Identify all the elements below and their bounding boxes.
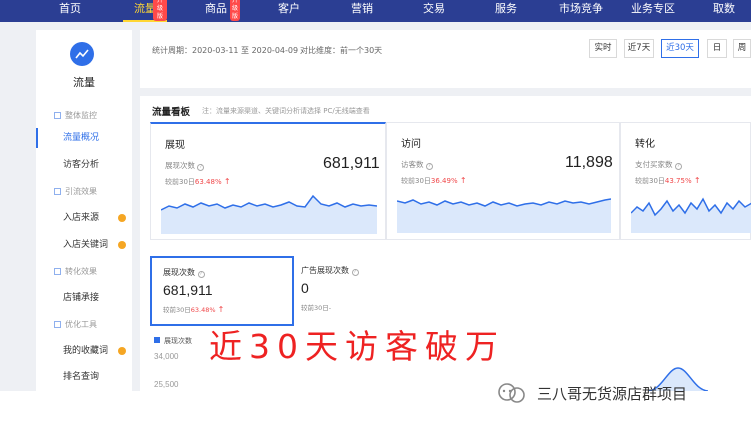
y-tick: 34,000 <box>154 352 179 361</box>
range-button-7days[interactable]: 近7天 <box>624 39 654 58</box>
compare-label: 对比维度： <box>300 46 340 55</box>
panel-title: 流量看板 <box>152 107 191 118</box>
sub-metric-value: 0 <box>301 280 309 296</box>
info-icon: ? <box>674 163 682 170</box>
sub-metric-ad-impressions[interactable]: 广告展现次数 ? 0 较前30日- <box>290 256 430 326</box>
metric-label: 支付买家数 ? <box>635 159 682 170</box>
watermark: 三八哥无货源店群项目 <box>495 378 687 408</box>
sidebar-item-traffic-overview[interactable]: 流量概况 <box>36 128 132 148</box>
info-icon: ? <box>197 271 205 278</box>
info-icon: ? <box>351 269 359 276</box>
metric-value: 681,911 <box>323 155 380 172</box>
top-navigation: 首页 流量 升级版 商品 升级版 客户 营销 交易 服务 市场竞争 业务专区 取… <box>0 0 751 22</box>
sparkline-impressions <box>161 194 377 234</box>
period-label: 统计周期： <box>152 46 192 55</box>
arrow-up-icon: ↑ <box>459 176 467 185</box>
overlay-caption: 近30天访客破万 <box>209 327 505 366</box>
nav-item-home[interactable]: 首页 <box>50 0 90 22</box>
sidebar-item-rank-query[interactable]: 排名查询 <box>36 367 132 387</box>
compare-value: 前一个30天 <box>340 46 383 55</box>
group-icon <box>54 268 61 275</box>
nav-item-market-competition[interactable]: 市场竞争 <box>556 0 606 22</box>
notification-dot <box>118 241 126 249</box>
info-icon: ? <box>197 164 205 171</box>
sidebar-group-overall: 整体监控 <box>36 106 132 126</box>
arrow-up-icon: ↑ <box>693 176 701 185</box>
sidebar-item-entry-keywords[interactable]: 入店关键词 <box>36 235 132 255</box>
period-value: 2020-03-11 至 2020-04-09 <box>192 46 299 55</box>
filter-bar: 统计周期： 2020-03-11 至 2020-04-09 对比维度： 前一个3… <box>140 30 751 88</box>
sidebar-item-saved-keywords[interactable]: 我的收藏词 <box>36 341 132 361</box>
group-icon <box>54 321 61 328</box>
arrow-up-icon: ↑ <box>223 177 231 186</box>
range-button-day[interactable]: 日 <box>707 39 727 58</box>
sidebar-item-store-reception[interactable]: 店铺承接 <box>36 288 132 308</box>
chart-legend: 展现次数 <box>154 336 192 346</box>
notification-dot <box>118 347 126 355</box>
metric-card-visits[interactable]: 访问 访客数 ? 11,898 较前30日36.49% ↑ <box>386 122 620 240</box>
upgrade-badge: 升级版 <box>153 0 167 21</box>
group-icon <box>54 188 61 195</box>
chart-line-icon <box>70 42 94 66</box>
range-button-30days[interactable]: 近30天 <box>661 39 699 58</box>
watermark-text: 三八哥无货源店群项目 <box>537 384 688 403</box>
sidebar-item-visitor-analysis[interactable]: 访客分析 <box>36 155 132 175</box>
metric-compare: 较前30日36.49% ↑ <box>401 176 467 185</box>
sparkline-buyers <box>631 197 751 233</box>
sidebar-item-entry-source[interactable]: 入店来源 <box>36 208 132 228</box>
sidebar-group-optimization: 优化工具 <box>36 315 132 335</box>
y-tick: 25,500 <box>154 380 179 389</box>
nav-item-products[interactable]: 商品 升级版 <box>196 0 241 22</box>
nav-item-marketing[interactable]: 营销 <box>342 0 382 22</box>
nav-item-transactions[interactable]: 交易 <box>414 0 454 22</box>
sub-metric-impressions[interactable]: 展现次数 ? 681,911 较前30日63.48% ↑ <box>150 256 294 326</box>
sub-metric-compare: 较前30日63.48% ↑ <box>163 305 225 314</box>
sparkline-visitors <box>397 198 611 233</box>
nav-item-service[interactable]: 服务 <box>486 0 526 22</box>
nav-item-business-zone[interactable]: 业务专区 <box>628 0 678 22</box>
metric-value: 11,898 <box>565 154 613 171</box>
panel-note: 注：流量来源渠道、关键词分析请选择 PC/无线端查看 <box>202 107 370 115</box>
notification-dot <box>118 214 126 222</box>
card-title: 访问 <box>401 139 421 150</box>
nav-item-traffic[interactable]: 流量 升级版 <box>123 0 167 22</box>
upgrade-badge: 升级版 <box>230 0 241 21</box>
card-title: 转化 <box>635 139 655 150</box>
sidebar: 流量 整体监控 流量概况 访客分析 引流效果 入店来源 入店关键词 转化效果 店… <box>36 30 132 391</box>
arrow-up-icon: ↑ <box>217 305 225 314</box>
info-icon: ? <box>425 163 433 170</box>
metric-card-conversion[interactable]: 转化 支付买家数 ? 较前30日43.75% ↑ <box>620 122 751 240</box>
sidebar-title: 流量 <box>73 76 95 89</box>
sub-metric-label: 广告展现次数 ? <box>301 265 359 276</box>
sub-metric-compare: 较前30日- <box>301 304 332 312</box>
wechat-official-account-icon <box>498 383 525 403</box>
metric-label: 访客数 ? <box>401 159 433 170</box>
sidebar-group-conversion: 转化效果 <box>36 262 132 282</box>
sidebar-group-traffic-effect: 引流效果 <box>36 182 132 202</box>
metric-card-impressions[interactable]: 展现 展现次数 ? 681,911 较前30日63.48% ↑ <box>150 122 386 240</box>
legend-swatch <box>154 337 160 343</box>
metric-compare: 较前30日43.75% ↑ <box>635 176 701 185</box>
range-button-week[interactable]: 周 <box>733 39 751 58</box>
metric-label: 展现次数 ? <box>165 160 205 171</box>
range-button-realtime[interactable]: 实时 <box>589 39 617 58</box>
sub-metric-value: 681,911 <box>163 282 213 298</box>
screenshot: 首页 流量 升级版 商品 升级版 客户 营销 交易 服务 市场竞争 业务专区 取… <box>0 0 751 425</box>
sub-metric-label: 展现次数 ? <box>163 267 205 278</box>
metric-compare: 较前30日63.48% ↑ <box>165 177 231 186</box>
card-title: 展现 <box>165 140 185 151</box>
nav-item-fetch-data[interactable]: 取数 <box>704 0 744 22</box>
group-icon <box>54 112 61 119</box>
nav-item-customers[interactable]: 客户 <box>269 0 309 22</box>
